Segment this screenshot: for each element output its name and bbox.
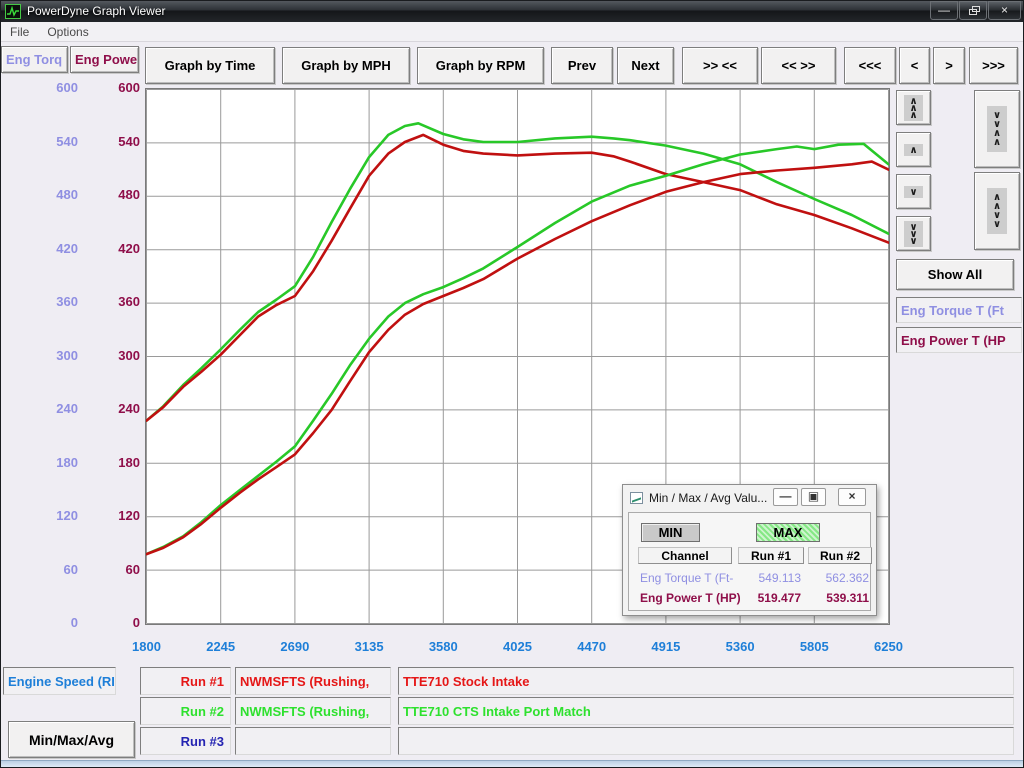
channel-button-power[interactable]: Eng Powe (70, 46, 139, 73)
minmax-close-button[interactable]: × (838, 488, 866, 506)
graph-by-mph-button[interactable]: Graph by MPH (282, 47, 410, 84)
run2-label: Run #2 (140, 697, 231, 725)
menu-bar: File Options (0, 22, 1024, 42)
x-tick-1800: 1800 (117, 639, 177, 654)
next-button[interactable]: Next (617, 47, 674, 84)
x-tick-4470: 4470 (562, 639, 622, 654)
y-tick-power-0: 0 (92, 615, 140, 630)
x-tick-3580: 3580 (413, 639, 473, 654)
window-title: PowerDyne Graph Viewer (27, 4, 166, 18)
y-tick-power-480: 480 (92, 187, 140, 202)
run3-label: Run #3 (140, 727, 231, 755)
x-tick-6250: 6250 (859, 639, 919, 654)
y-tick-torque-120: 120 (30, 508, 78, 523)
menu-options[interactable]: Options (39, 23, 96, 41)
triple-chevron-down-icon: ∨ ∨ ∨ (904, 221, 922, 247)
max-toggle-button[interactable]: MAX (756, 523, 820, 542)
collapse-range-button[interactable]: ∨ ∨ ∧ ∧ (974, 90, 1020, 168)
minmax-restore-button[interactable]: ▣ (801, 488, 826, 506)
row-torque-channel: Eng Torque T (Ft- (640, 571, 733, 585)
x-tick-2245: 2245 (191, 639, 251, 654)
y-tick-power-120: 120 (92, 508, 140, 523)
row-torque-run1-max: 549.113 (741, 571, 801, 585)
legend-torque-label: Eng Torque T (Ft (896, 297, 1022, 323)
chevron-down-icon: ∨ (904, 186, 922, 198)
x-tick-2690: 2690 (265, 639, 325, 654)
row-power-run2-max: 539.311 (809, 591, 869, 605)
row-torque-run2-max: 562.362 (809, 571, 869, 585)
close-button[interactable]: × (988, 1, 1021, 20)
run1-file-field[interactable]: NWMSFTS (Rushing, (235, 667, 391, 695)
y-tick-power-360: 360 (92, 294, 140, 309)
y-tick-power-180: 180 (92, 455, 140, 470)
cursors-out-button[interactable]: << >> (761, 47, 836, 84)
app-icon (5, 4, 21, 19)
window-bottom-border (0, 760, 1024, 768)
menu-file[interactable]: File (2, 23, 37, 41)
column-header-run1[interactable]: Run #1 (738, 547, 804, 564)
y-tick-power-540: 540 (92, 134, 140, 149)
y-tick-torque-300: 300 (30, 348, 78, 363)
minmax-window-icon (630, 492, 643, 504)
x-tick-5805: 5805 (784, 639, 844, 654)
x-tick-5360: 5360 (710, 639, 770, 654)
scroll-up-button[interactable]: ∧ (896, 132, 931, 167)
graph-by-time-button[interactable]: Graph by Time (145, 47, 275, 84)
x-tick-4915: 4915 (636, 639, 696, 654)
cursors-in-button[interactable]: >> << (682, 47, 758, 84)
minmax-window[interactable]: Min / Max / Avg Valu... — ▣ × MIN MAX Ch… (622, 484, 877, 616)
y-tick-power-600: 600 (92, 80, 140, 95)
minmaxavg-button[interactable]: Min/Max/Avg (8, 721, 135, 758)
y-tick-torque-0: 0 (30, 615, 78, 630)
column-header-channel[interactable]: Channel (638, 547, 732, 564)
y-tick-power-240: 240 (92, 401, 140, 416)
step-right-fast-button[interactable]: >>> (969, 47, 1018, 84)
minimize-button[interactable]: — (930, 1, 958, 20)
minmax-title: Min / Max / Avg Valu... (649, 491, 767, 505)
y-tick-torque-600: 600 (30, 80, 78, 95)
run3-description-field[interactable] (398, 727, 1014, 755)
y-tick-torque-540: 540 (30, 134, 78, 149)
scroll-down-fast-button[interactable]: ∨ ∨ ∨ (896, 216, 931, 251)
title-bar[interactable]: PowerDyne Graph Viewer — × (0, 0, 1024, 22)
scroll-down-button[interactable]: ∨ (896, 174, 931, 209)
run3-file-field[interactable] (235, 727, 391, 755)
legend-power-label: Eng Power T (HP (896, 327, 1022, 353)
step-right-button[interactable]: > (933, 47, 965, 84)
run1-label: Run #1 (140, 667, 231, 695)
y-tick-power-60: 60 (92, 562, 140, 577)
step-left-fast-button[interactable]: <<< (844, 47, 896, 84)
minmax-minimize-button[interactable]: — (773, 488, 798, 506)
column-header-run2[interactable]: Run #2 (808, 547, 872, 564)
y-tick-torque-180: 180 (30, 455, 78, 470)
channel-button-torque[interactable]: Eng Torq (1, 46, 68, 73)
y-tick-torque-360: 360 (30, 294, 78, 309)
graph-by-rpm-button[interactable]: Graph by RPM (417, 47, 544, 84)
chevron-up-icon: ∧ (904, 144, 922, 156)
x-tick-4025: 4025 (488, 639, 548, 654)
triple-chevron-up-icon: ∧ ∧ ∧ (904, 95, 922, 121)
y-tick-torque-60: 60 (30, 562, 78, 577)
row-power-run1-max: 519.477 (741, 591, 801, 605)
y-tick-torque-420: 420 (30, 241, 78, 256)
prev-button[interactable]: Prev (551, 47, 613, 84)
x-axis-channel-label: Engine Speed (RI (3, 667, 116, 695)
scroll-up-fast-button[interactable]: ∧ ∧ ∧ (896, 90, 931, 125)
y-tick-power-420: 420 (92, 241, 140, 256)
expand-range-button[interactable]: ∧ ∧ ∨ ∨ (974, 172, 1020, 250)
run1-description-field[interactable]: TTE710 Stock Intake (398, 667, 1014, 695)
x-tick-3135: 3135 (339, 639, 399, 654)
y-tick-torque-480: 480 (30, 187, 78, 202)
y-tick-torque-240: 240 (30, 401, 78, 416)
min-toggle-button[interactable]: MIN (641, 523, 700, 542)
chevrons-outward-icon: ∧ ∧ ∨ ∨ (987, 188, 1007, 234)
show-all-button[interactable]: Show All (896, 259, 1014, 290)
run2-description-field[interactable]: TTE710 CTS Intake Port Match (398, 697, 1014, 725)
y-tick-power-300: 300 (92, 348, 140, 363)
chevrons-inward-icon: ∨ ∨ ∧ ∧ (987, 106, 1007, 152)
row-power-channel: Eng Power T (HP) (640, 591, 741, 605)
restore-button[interactable] (959, 1, 987, 20)
step-left-button[interactable]: < (899, 47, 930, 84)
run2-file-field[interactable]: NWMSFTS (Rushing, (235, 697, 391, 725)
